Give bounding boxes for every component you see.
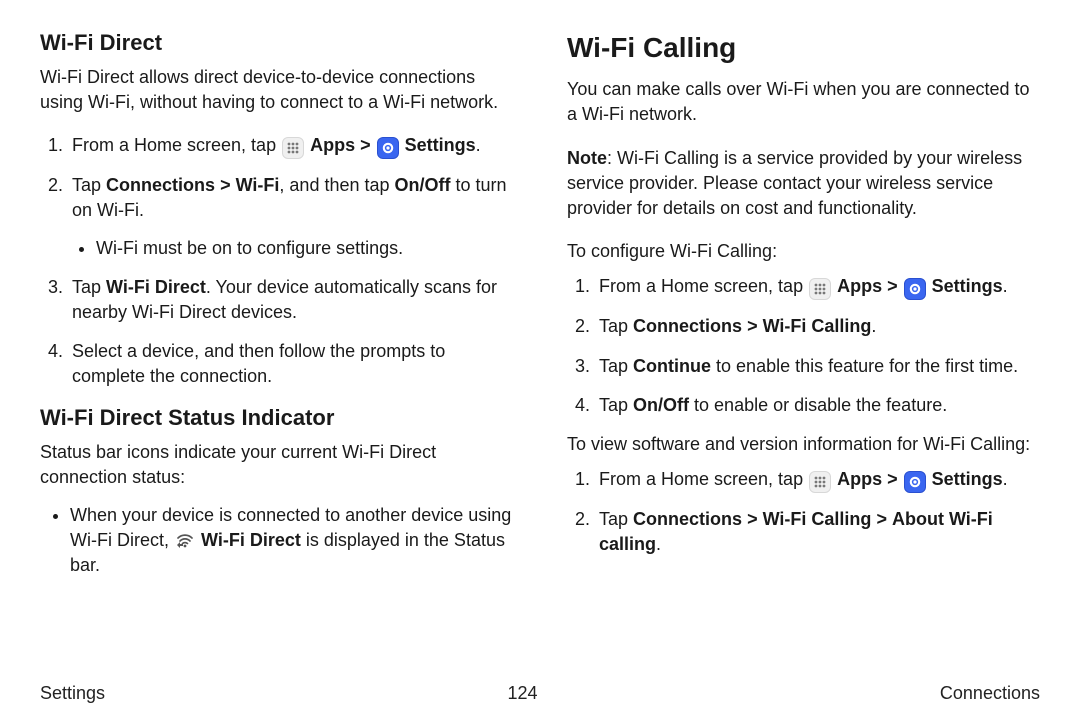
- footer-page-number: 124: [507, 683, 537, 704]
- text: From a Home screen, tap: [599, 469, 808, 489]
- settings-icon: [904, 471, 926, 493]
- step-2: Tap Connections > Wi‑Fi, and then tap On…: [68, 173, 513, 261]
- text: to enable or disable the feature.: [689, 395, 947, 415]
- wifi-direct-intro: Wi‑Fi Direct allows direct device-to-dev…: [40, 65, 513, 115]
- step-1-pre: From a Home screen, tap: [72, 135, 281, 155]
- wifi-label: Wi‑Fi: [236, 175, 280, 195]
- footer-right: Connections: [940, 683, 1040, 704]
- view-step-2: Tap Connections > Wi‑Fi Calling > About …: [595, 507, 1040, 557]
- period: .: [1003, 469, 1008, 489]
- heading-status-indicator: Wi‑Fi Direct Status Indicator: [40, 403, 513, 434]
- connections-label: Connections: [106, 175, 215, 195]
- apps-icon: [809, 278, 831, 300]
- text: Tap: [599, 316, 633, 336]
- footer-left: Settings: [40, 683, 105, 704]
- wifi-calling-intro: You can make calls over Wi‑Fi when you a…: [567, 77, 1040, 127]
- chevron-right-icon: >: [360, 135, 371, 155]
- apps-label: Apps: [837, 276, 882, 296]
- settings-label: Settings: [405, 135, 476, 155]
- wifi-calling-label: Wi‑Fi Calling: [763, 509, 872, 529]
- chevron-right-icon: >: [887, 469, 898, 489]
- note-body: : Wi‑Fi Calling is a service provided by…: [567, 148, 1022, 218]
- chevron-right-icon: >: [876, 509, 887, 529]
- step-2-sublist: Wi‑Fi must be on to configure settings.: [72, 236, 513, 261]
- step-4: Select a device, and then follow the pro…: [68, 339, 513, 389]
- onoff-label: On/Off: [395, 175, 451, 195]
- text: From a Home screen, tap: [599, 276, 808, 296]
- period: .: [1003, 276, 1008, 296]
- text: Tap: [599, 509, 633, 529]
- period: .: [476, 135, 481, 155]
- text: Tap: [599, 356, 633, 376]
- apps-icon: [809, 471, 831, 493]
- cfg-step-4: Tap On/Off to enable or disable the feat…: [595, 393, 1040, 418]
- content-columns: Wi‑Fi Direct Wi‑Fi Direct allows direct …: [40, 28, 1040, 668]
- left-column: Wi‑Fi Direct Wi‑Fi Direct allows direct …: [40, 28, 513, 668]
- cfg-step-1: From a Home screen, tap Apps > Settings.: [595, 274, 1040, 300]
- heading-wifi-direct: Wi‑Fi Direct: [40, 28, 513, 59]
- settings-label: Settings: [932, 469, 1003, 489]
- right-column: Wi‑Fi Calling You can make calls over Wi…: [567, 28, 1040, 668]
- wifi-direct-label: Wi‑Fi Direct: [106, 277, 206, 297]
- page-footer: Settings 124 Connections: [40, 683, 1040, 704]
- text: Tap: [72, 175, 106, 195]
- wifi-calling-note: Note: Wi‑Fi Calling is a service provide…: [567, 146, 1040, 222]
- settings-icon: [904, 278, 926, 300]
- apps-label: Apps: [310, 135, 355, 155]
- settings-icon: [377, 137, 399, 159]
- view-step-1: From a Home screen, tap Apps > Settings.: [595, 467, 1040, 493]
- text: Tap: [599, 395, 633, 415]
- heading-wifi-calling: Wi‑Fi Calling: [567, 28, 1040, 67]
- note-label: Note: [567, 148, 607, 168]
- text: , and then tap: [279, 175, 394, 195]
- chevron-right-icon: >: [220, 175, 231, 195]
- step-2-note: Wi‑Fi must be on to configure settings.: [96, 236, 513, 261]
- apps-label: Apps: [837, 469, 882, 489]
- configure-steps: From a Home screen, tap Apps > Settings.…: [567, 274, 1040, 418]
- period: .: [871, 316, 876, 336]
- cfg-step-2: Tap Connections > Wi‑Fi Calling.: [595, 314, 1040, 339]
- wifi-direct-bold: Wi‑Fi Direct: [201, 530, 301, 550]
- period: .: [656, 534, 661, 554]
- text: Tap: [72, 277, 106, 297]
- status-list: When your device is connected to another…: [40, 503, 513, 579]
- view-intro: To view software and version information…: [567, 432, 1040, 457]
- text: to enable this feature for the first tim…: [711, 356, 1018, 376]
- view-steps: From a Home screen, tap Apps > Settings.…: [567, 467, 1040, 557]
- wifi-direct-icon: [174, 529, 196, 551]
- continue-label: Continue: [633, 356, 711, 376]
- chevron-right-icon: >: [747, 316, 758, 336]
- chevron-right-icon: >: [747, 509, 758, 529]
- apps-icon: [282, 137, 304, 159]
- cfg-step-3: Tap Continue to enable this feature for …: [595, 354, 1040, 379]
- configure-intro: To configure Wi‑Fi Calling:: [567, 239, 1040, 264]
- status-item: When your device is connected to another…: [70, 503, 513, 579]
- wifi-direct-steps: From a Home screen, tap Apps > Settings.…: [40, 133, 513, 389]
- wifi-calling-label: Wi‑Fi Calling: [763, 316, 872, 336]
- onoff-label: On/Off: [633, 395, 689, 415]
- status-intro: Status bar icons indicate your current W…: [40, 440, 513, 490]
- step-1: From a Home screen, tap Apps > Settings.: [68, 133, 513, 159]
- step-3: Tap Wi‑Fi Direct. Your device automatica…: [68, 275, 513, 325]
- connections-label: Connections: [633, 509, 742, 529]
- settings-label: Settings: [932, 276, 1003, 296]
- chevron-right-icon: >: [887, 276, 898, 296]
- connections-label: Connections: [633, 316, 742, 336]
